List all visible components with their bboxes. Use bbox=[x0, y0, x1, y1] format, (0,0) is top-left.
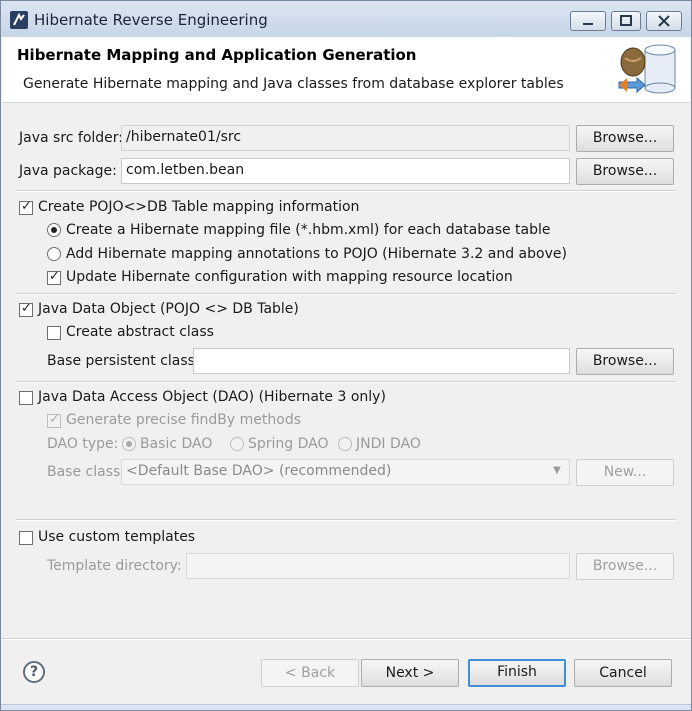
dao-checkbox[interactable] bbox=[19, 391, 33, 405]
hibernate-app-icon bbox=[10, 11, 28, 29]
base-persistent-browse-button[interactable]: Browse... bbox=[576, 348, 674, 375]
separator bbox=[16, 293, 676, 295]
close-icon bbox=[658, 15, 670, 27]
java-data-object-checkbox[interactable] bbox=[19, 301, 33, 317]
window-title: Hibernate Reverse Engineering bbox=[34, 11, 268, 29]
custom-templates-label[interactable]: Use custom templates bbox=[38, 529, 195, 545]
abstract-class-checkbox[interactable] bbox=[47, 326, 61, 340]
title-bar[interactable]: Hibernate Reverse Engineering bbox=[1, 1, 691, 37]
next-button[interactable]: Next > bbox=[361, 659, 459, 687]
dao-type-basic-radio[interactable] bbox=[122, 437, 136, 451]
separator bbox=[16, 190, 676, 192]
base-persistent-label: Base persistent class: bbox=[47, 353, 200, 369]
template-directory-label: Template directory: bbox=[47, 558, 182, 574]
java-data-object-label[interactable]: Java Data Object (POJO <> DB Table) bbox=[38, 301, 299, 317]
mapping-file-label[interactable]: Create a Hibernate mapping file (*.hbm.x… bbox=[66, 222, 551, 238]
template-directory-browse-button[interactable]: Browse... bbox=[576, 553, 674, 580]
base-class-select[interactable]: <Default Base DAO> (recommended) bbox=[121, 459, 570, 485]
database-mapping-icon bbox=[618, 44, 676, 94]
template-directory-field[interactable] bbox=[186, 553, 570, 579]
minimize-button[interactable] bbox=[570, 11, 606, 31]
mapping-annotations-radio[interactable] bbox=[47, 247, 61, 261]
separator bbox=[16, 381, 676, 383]
minimize-icon bbox=[583, 23, 593, 25]
src-folder-label: Java src folder: bbox=[19, 130, 124, 146]
src-folder-browse-button[interactable]: Browse... bbox=[576, 125, 674, 152]
src-folder-field[interactable]: /hibernate01/src bbox=[121, 125, 570, 151]
package-browse-button[interactable]: Browse... bbox=[576, 158, 674, 185]
package-field[interactable]: com.letben.bean bbox=[121, 158, 570, 184]
create-mapping-label[interactable]: Create POJO<>DB Table mapping informatio… bbox=[38, 199, 359, 215]
base-class-new-button[interactable]: New... bbox=[576, 459, 674, 486]
mapping-annotations-label[interactable]: Add Hibernate mapping annotations to POJ… bbox=[66, 246, 567, 262]
dialog-window: Hibernate Reverse Engineering Hibernate … bbox=[0, 0, 692, 711]
chevron-down-icon: ▼ bbox=[553, 465, 561, 476]
update-config-checkbox[interactable] bbox=[47, 269, 61, 285]
create-mapping-checkbox[interactable] bbox=[19, 199, 33, 215]
footer-separator bbox=[2, 638, 690, 640]
abstract-class-label[interactable]: Create abstract class bbox=[66, 324, 214, 340]
page-title: Hibernate Mapping and Application Genera… bbox=[17, 46, 417, 64]
update-config-label[interactable]: Update Hibernate configuration with mapp… bbox=[66, 269, 513, 285]
maximize-icon bbox=[620, 15, 632, 26]
close-button[interactable] bbox=[646, 11, 682, 31]
maximize-button[interactable] bbox=[611, 11, 641, 31]
dao-type-jndi-label[interactable]: JNDI DAO bbox=[356, 436, 421, 452]
separator bbox=[16, 519, 676, 521]
dao-type-label: DAO type: bbox=[47, 436, 119, 452]
dao-type-basic-label[interactable]: Basic DAO bbox=[140, 436, 212, 452]
page-description: Generate Hibernate mapping and Java clas… bbox=[23, 76, 564, 92]
finish-button[interactable]: Finish bbox=[468, 659, 566, 687]
custom-templates-checkbox[interactable] bbox=[19, 531, 33, 545]
base-persistent-field[interactable] bbox=[193, 348, 570, 374]
precise-findby-label[interactable]: Generate precise findBy methods bbox=[66, 412, 301, 428]
dao-type-spring-label[interactable]: Spring DAO bbox=[248, 436, 329, 452]
dao-type-jndi-radio[interactable] bbox=[338, 437, 352, 451]
wizard-header: Hibernate Mapping and Application Genera… bbox=[2, 37, 690, 103]
base-class-label: Base class: bbox=[47, 464, 126, 480]
dao-label[interactable]: Java Data Access Object (DAO) (Hibernate… bbox=[38, 389, 386, 405]
mapping-file-radio[interactable] bbox=[47, 223, 61, 237]
package-label: Java package: bbox=[19, 163, 117, 179]
window-bottom-border bbox=[1, 704, 691, 710]
precise-findby-checkbox[interactable] bbox=[47, 412, 61, 428]
back-button[interactable]: < Back bbox=[261, 659, 359, 687]
dao-type-spring-radio[interactable] bbox=[230, 437, 244, 451]
help-icon[interactable]: ? bbox=[23, 661, 45, 683]
cancel-button[interactable]: Cancel bbox=[574, 659, 672, 687]
